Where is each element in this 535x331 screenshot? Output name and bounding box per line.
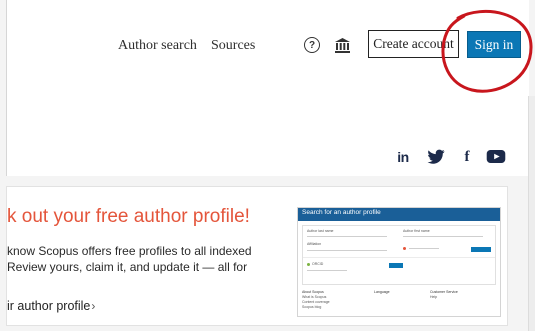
preview-divider	[303, 257, 495, 258]
author-profile-card: k out your free author profile! know Sco…	[6, 186, 508, 326]
preview-field-line	[307, 236, 387, 237]
promo-title: k out your free author profile!	[7, 206, 250, 227]
author-search-preview-image: Search for an author profile Author last…	[297, 207, 501, 317]
preview-footer-item: Scopus blog	[302, 305, 322, 309]
preview-field-label: Author first name	[403, 229, 430, 233]
linkedin-icon[interactable]: in	[393, 149, 413, 165]
preview-checkbox	[403, 247, 406, 250]
preview-footer-column: Customer Service Help	[430, 290, 458, 300]
nav-author-search[interactable]: Author search	[118, 38, 197, 54]
preview-field-label: ORCID	[312, 262, 324, 266]
promo-description-line: know Scopus offers free profiles to all …	[7, 244, 252, 258]
preview-header: Search for an author profile	[298, 208, 500, 221]
preview-field-label: Affiliation	[307, 242, 322, 246]
youtube-icon[interactable]	[486, 150, 506, 163]
twitter-icon[interactable]	[427, 149, 445, 164]
preview-heading: Search for an author profile	[302, 209, 381, 216]
facebook-icon[interactable]: f	[461, 149, 473, 165]
preview-footer-item: Language	[374, 290, 390, 294]
chevron-right-icon: ›	[91, 299, 96, 313]
preview-footer-item: Help	[430, 295, 438, 299]
header-band	[6, 96, 529, 176]
preview-search-form: Author last name Author first name Affil…	[302, 225, 496, 285]
preview-footer-column: Language	[374, 290, 390, 295]
preview-orcid-button	[389, 263, 403, 268]
promo-description-line: Review yours, claim it, and update it — …	[7, 260, 248, 274]
create-account-button[interactable]: Create account	[368, 30, 459, 58]
nav-sources[interactable]: Sources	[211, 38, 255, 54]
sign-in-button[interactable]: Sign in	[467, 31, 521, 58]
author-profile-link-label: ir author profile	[7, 299, 91, 313]
preview-field-line	[307, 270, 347, 271]
preview-field-line	[409, 248, 439, 249]
author-profile-link[interactable]: ir author profile›	[7, 299, 95, 313]
preview-footer: About Scopus What is Scopus Content cove…	[302, 290, 496, 314]
preview-field-line	[307, 250, 387, 251]
help-icon[interactable]: ?	[304, 37, 320, 53]
preview-orcid-dot	[307, 263, 310, 266]
page: Author search Sources ? Create account S…	[0, 0, 535, 331]
scrollbar[interactable]	[528, 96, 535, 331]
preview-search-button	[471, 247, 491, 252]
institution-icon[interactable]	[334, 37, 351, 54]
preview-field-label: Author last name	[307, 229, 334, 233]
preview-footer-column: About Scopus What is Scopus Content cove…	[302, 290, 330, 310]
preview-field-line	[403, 236, 483, 237]
promo-description: know Scopus offers free profiles to all …	[7, 243, 282, 275]
